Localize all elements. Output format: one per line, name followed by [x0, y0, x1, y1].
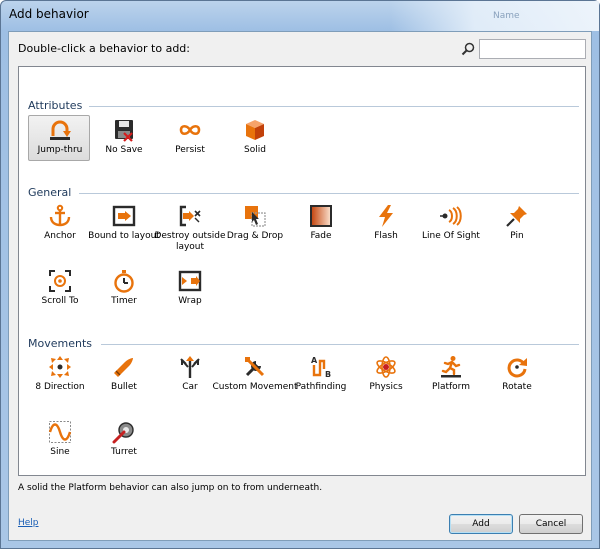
section-divider — [101, 344, 579, 345]
dialog-client-area: Double-click a behavior to add: Attribut… — [8, 31, 592, 541]
title-bar[interactable]: Add behavior Name — [1, 1, 599, 31]
atom-icon — [376, 356, 396, 378]
turret-icon — [112, 422, 134, 444]
behavior-no-save[interactable]: No Save — [92, 115, 154, 161]
behavior-label: Turret — [111, 447, 137, 457]
svg-text:B: B — [325, 370, 331, 379]
behavior-solid[interactable]: Solid — [223, 115, 285, 161]
behavior-persist[interactable]: Persist — [158, 115, 220, 161]
behavior-pin[interactable]: Pin — [485, 201, 547, 247]
pushpin-icon — [506, 206, 527, 227]
behavior-wrap[interactable]: Wrap — [158, 266, 220, 312]
instruction-label: Double-click a behavior to add: — [18, 42, 190, 55]
behavior-label: Rotate — [502, 382, 532, 392]
add-button[interactable]: Add — [449, 514, 513, 534]
behavior-flash[interactable]: Flash — [354, 201, 416, 247]
behavior-car[interactable]: Car — [158, 352, 220, 398]
section-divider — [89, 106, 579, 107]
behavior-fade[interactable]: Fade — [289, 201, 351, 247]
wrap-icon — [178, 270, 202, 292]
cancel-button[interactable]: Cancel — [519, 514, 583, 534]
destroy-outside-icon — [179, 205, 201, 227]
floppy-disk-icon — [115, 120, 133, 142]
section-title-general: General — [28, 186, 72, 199]
search-icon — [461, 42, 475, 56]
drag-drop-icon — [245, 206, 266, 227]
lightning-icon — [379, 205, 393, 227]
anchor-icon — [49, 204, 71, 227]
jump-thru-icon — [50, 120, 71, 140]
window-title: Add behavior — [9, 7, 89, 21]
rotate-icon — [507, 358, 527, 378]
bullet-icon — [114, 358, 133, 377]
behavior-bullet[interactable]: Bullet — [92, 352, 154, 398]
line-of-sight-icon — [440, 206, 462, 226]
behavior-platform[interactable]: Platform — [419, 352, 481, 398]
behavior-pathfinding[interactable]: A B Pathfinding — [289, 352, 351, 398]
behavior-label: Solid — [244, 145, 266, 155]
behavior-bound-to-layout[interactable]: Bound to layout — [88, 201, 160, 247]
eight-direction-icon — [49, 356, 71, 378]
behavior-label: Pin — [510, 231, 524, 241]
add-behavior-window: Add behavior Name Double-click a behavio… — [0, 0, 600, 549]
pathfinding-icon: A B — [311, 356, 331, 379]
bound-to-layout-icon — [112, 205, 136, 227]
svg-text:A: A — [311, 356, 318, 365]
behavior-rotate[interactable]: Rotate — [485, 352, 547, 398]
help-link[interactable]: Help — [18, 518, 39, 528]
solid-block-icon — [246, 120, 264, 140]
behavior-turret[interactable]: Turret — [92, 417, 154, 463]
behavior-description: A solid the Platform behavior can also j… — [18, 483, 323, 493]
section-divider — [79, 193, 579, 194]
behavior-destroy-outside-layout[interactable]: Destroy outside layout — [154, 201, 226, 252]
section-title-movements: Movements — [28, 337, 92, 350]
running-man-icon — [441, 356, 461, 378]
scroll-to-icon — [49, 270, 71, 292]
sine-wave-icon — [48, 421, 72, 443]
behavior-physics[interactable]: Physics — [354, 352, 416, 398]
behavior-list[interactable]: Attributes Jump-thru No Save Persist Sol… — [18, 66, 586, 476]
search-input[interactable] — [479, 39, 586, 59]
fade-icon — [310, 205, 332, 227]
behavior-drag-drop[interactable]: Drag & Drop — [223, 201, 285, 247]
behavior-line-of-sight[interactable]: Line Of Sight — [419, 201, 481, 247]
wrench-screwdriver-icon — [245, 357, 265, 377]
stopwatch-icon — [114, 270, 134, 293]
background-window-ghost-text: Name — [493, 11, 520, 21]
infinity-icon — [179, 124, 201, 136]
behavior-custom-movement[interactable]: Custom Movement — [212, 352, 298, 398]
behavior-timer[interactable]: Timer — [92, 266, 154, 312]
behavior-label: Wrap — [178, 296, 202, 306]
car-arrows-icon — [180, 356, 200, 378]
section-title-attributes: Attributes — [28, 99, 83, 112]
